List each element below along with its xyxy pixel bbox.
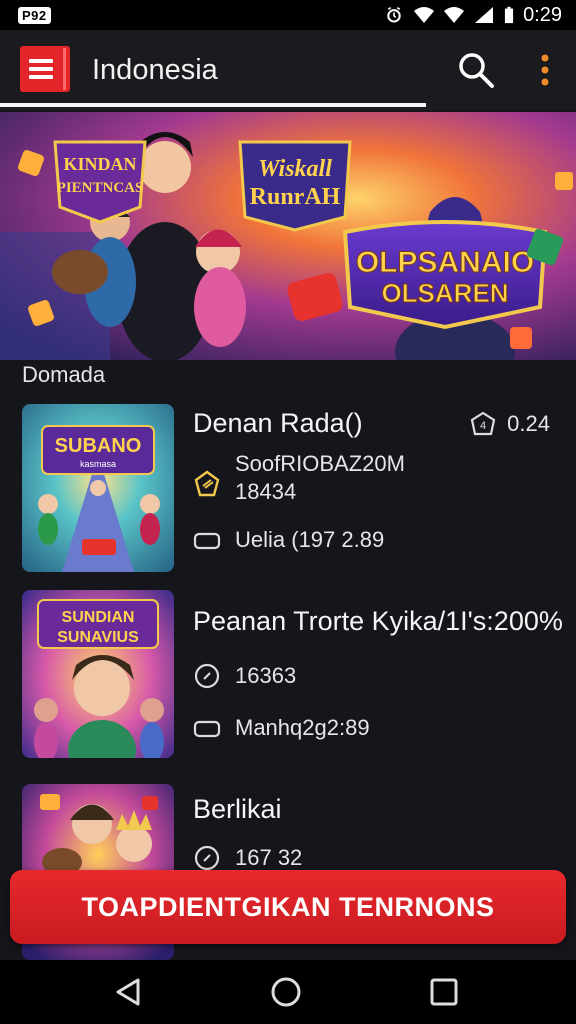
game-thumbnail: SUBANO kasmasa xyxy=(22,404,174,572)
section-label: Domada xyxy=(22,362,106,387)
banner-logo-right-line2: OLSAREN xyxy=(381,278,508,308)
recents-icon[interactable] xyxy=(426,974,462,1010)
thumb-subtitle: SUNAVIUS xyxy=(57,629,139,646)
more-vert-icon[interactable] xyxy=(530,52,560,88)
list-item[interactable]: SUBANO kasmasa Denan Rada() 4 0.24 SoofR… xyxy=(0,398,576,578)
shield-badge-icon xyxy=(194,845,220,871)
status-time: 0:29 xyxy=(523,3,562,26)
item-meta-count: 167 32 xyxy=(235,845,303,870)
banner-logo-left-line2: PIENTNCAS xyxy=(57,180,144,196)
cell-signal-icon xyxy=(475,7,494,23)
item-meta-count: 16363 xyxy=(235,663,297,688)
rating-icon: 4 xyxy=(470,411,496,436)
shield-badge-icon xyxy=(194,663,220,689)
item-title: Denan Rada() xyxy=(193,408,363,438)
menu-button[interactable] xyxy=(20,46,70,92)
home-icon[interactable] xyxy=(268,974,304,1010)
carrier-badge: P92 xyxy=(18,6,51,24)
banner-logo-right-line1: OLPSANAIO xyxy=(356,246,534,279)
app-title: Indonesia xyxy=(92,54,218,86)
wifi-icon xyxy=(414,7,435,23)
item-meta-info: Uelia (197 2.89 xyxy=(235,527,385,552)
banner-logo-middle-line2: RunrAH xyxy=(250,184,341,210)
tag-icon xyxy=(193,532,221,550)
search-icon[interactable] xyxy=(456,50,496,90)
svg-text:4: 4 xyxy=(480,420,486,432)
back-icon[interactable] xyxy=(110,974,146,1010)
wifi-signal-icon xyxy=(444,7,465,23)
tab-indicator xyxy=(0,103,426,107)
item-title: Peanan Trorte Kyika/1I's:200% xyxy=(193,606,563,636)
shield-badge-icon xyxy=(194,470,220,497)
thumb-title: SUNDIAN xyxy=(62,609,135,626)
rating-value: 0.24 xyxy=(507,411,550,436)
item-meta-code: SoofRIOBAZ20M xyxy=(235,451,405,476)
app-bar: Indonesia xyxy=(0,30,576,110)
status-bar: P92 0:29 xyxy=(0,0,576,30)
tag-icon xyxy=(193,720,221,738)
thumb-subtitle: kasmasa xyxy=(80,459,116,469)
item-rating: 4 0.24 xyxy=(469,410,550,438)
item-meta-info: Manhq2g2:89 xyxy=(235,715,370,740)
promo-banner[interactable]: KINDAN PIENTNCAS Wiskall RunrAH OLPSANAI… xyxy=(0,112,576,360)
item-meta-count: 18434 xyxy=(235,479,297,504)
battery-icon xyxy=(504,6,514,24)
game-thumbnail: SUNDIAN SUNAVIUS xyxy=(22,590,174,758)
banner-logo-left-line1: KINDAN xyxy=(63,154,136,174)
banner-artwork: KINDAN PIENTNCAS Wiskall RunrAH OLPSANAI… xyxy=(0,112,576,360)
alarm-icon xyxy=(387,6,401,23)
download-button[interactable]: TOAPDIENTGIKAN TENRNONS xyxy=(10,870,566,944)
list-item[interactable]: SUNDIAN SUNAVIUS Peanan Trorte Kyika/1I'… xyxy=(0,590,576,770)
thumb-title: SUBANO xyxy=(55,435,142,457)
system-nav-bar xyxy=(0,960,576,1024)
banner-logo-middle-line1: Wiskall xyxy=(258,156,332,182)
item-title: Berlikai xyxy=(193,794,282,824)
